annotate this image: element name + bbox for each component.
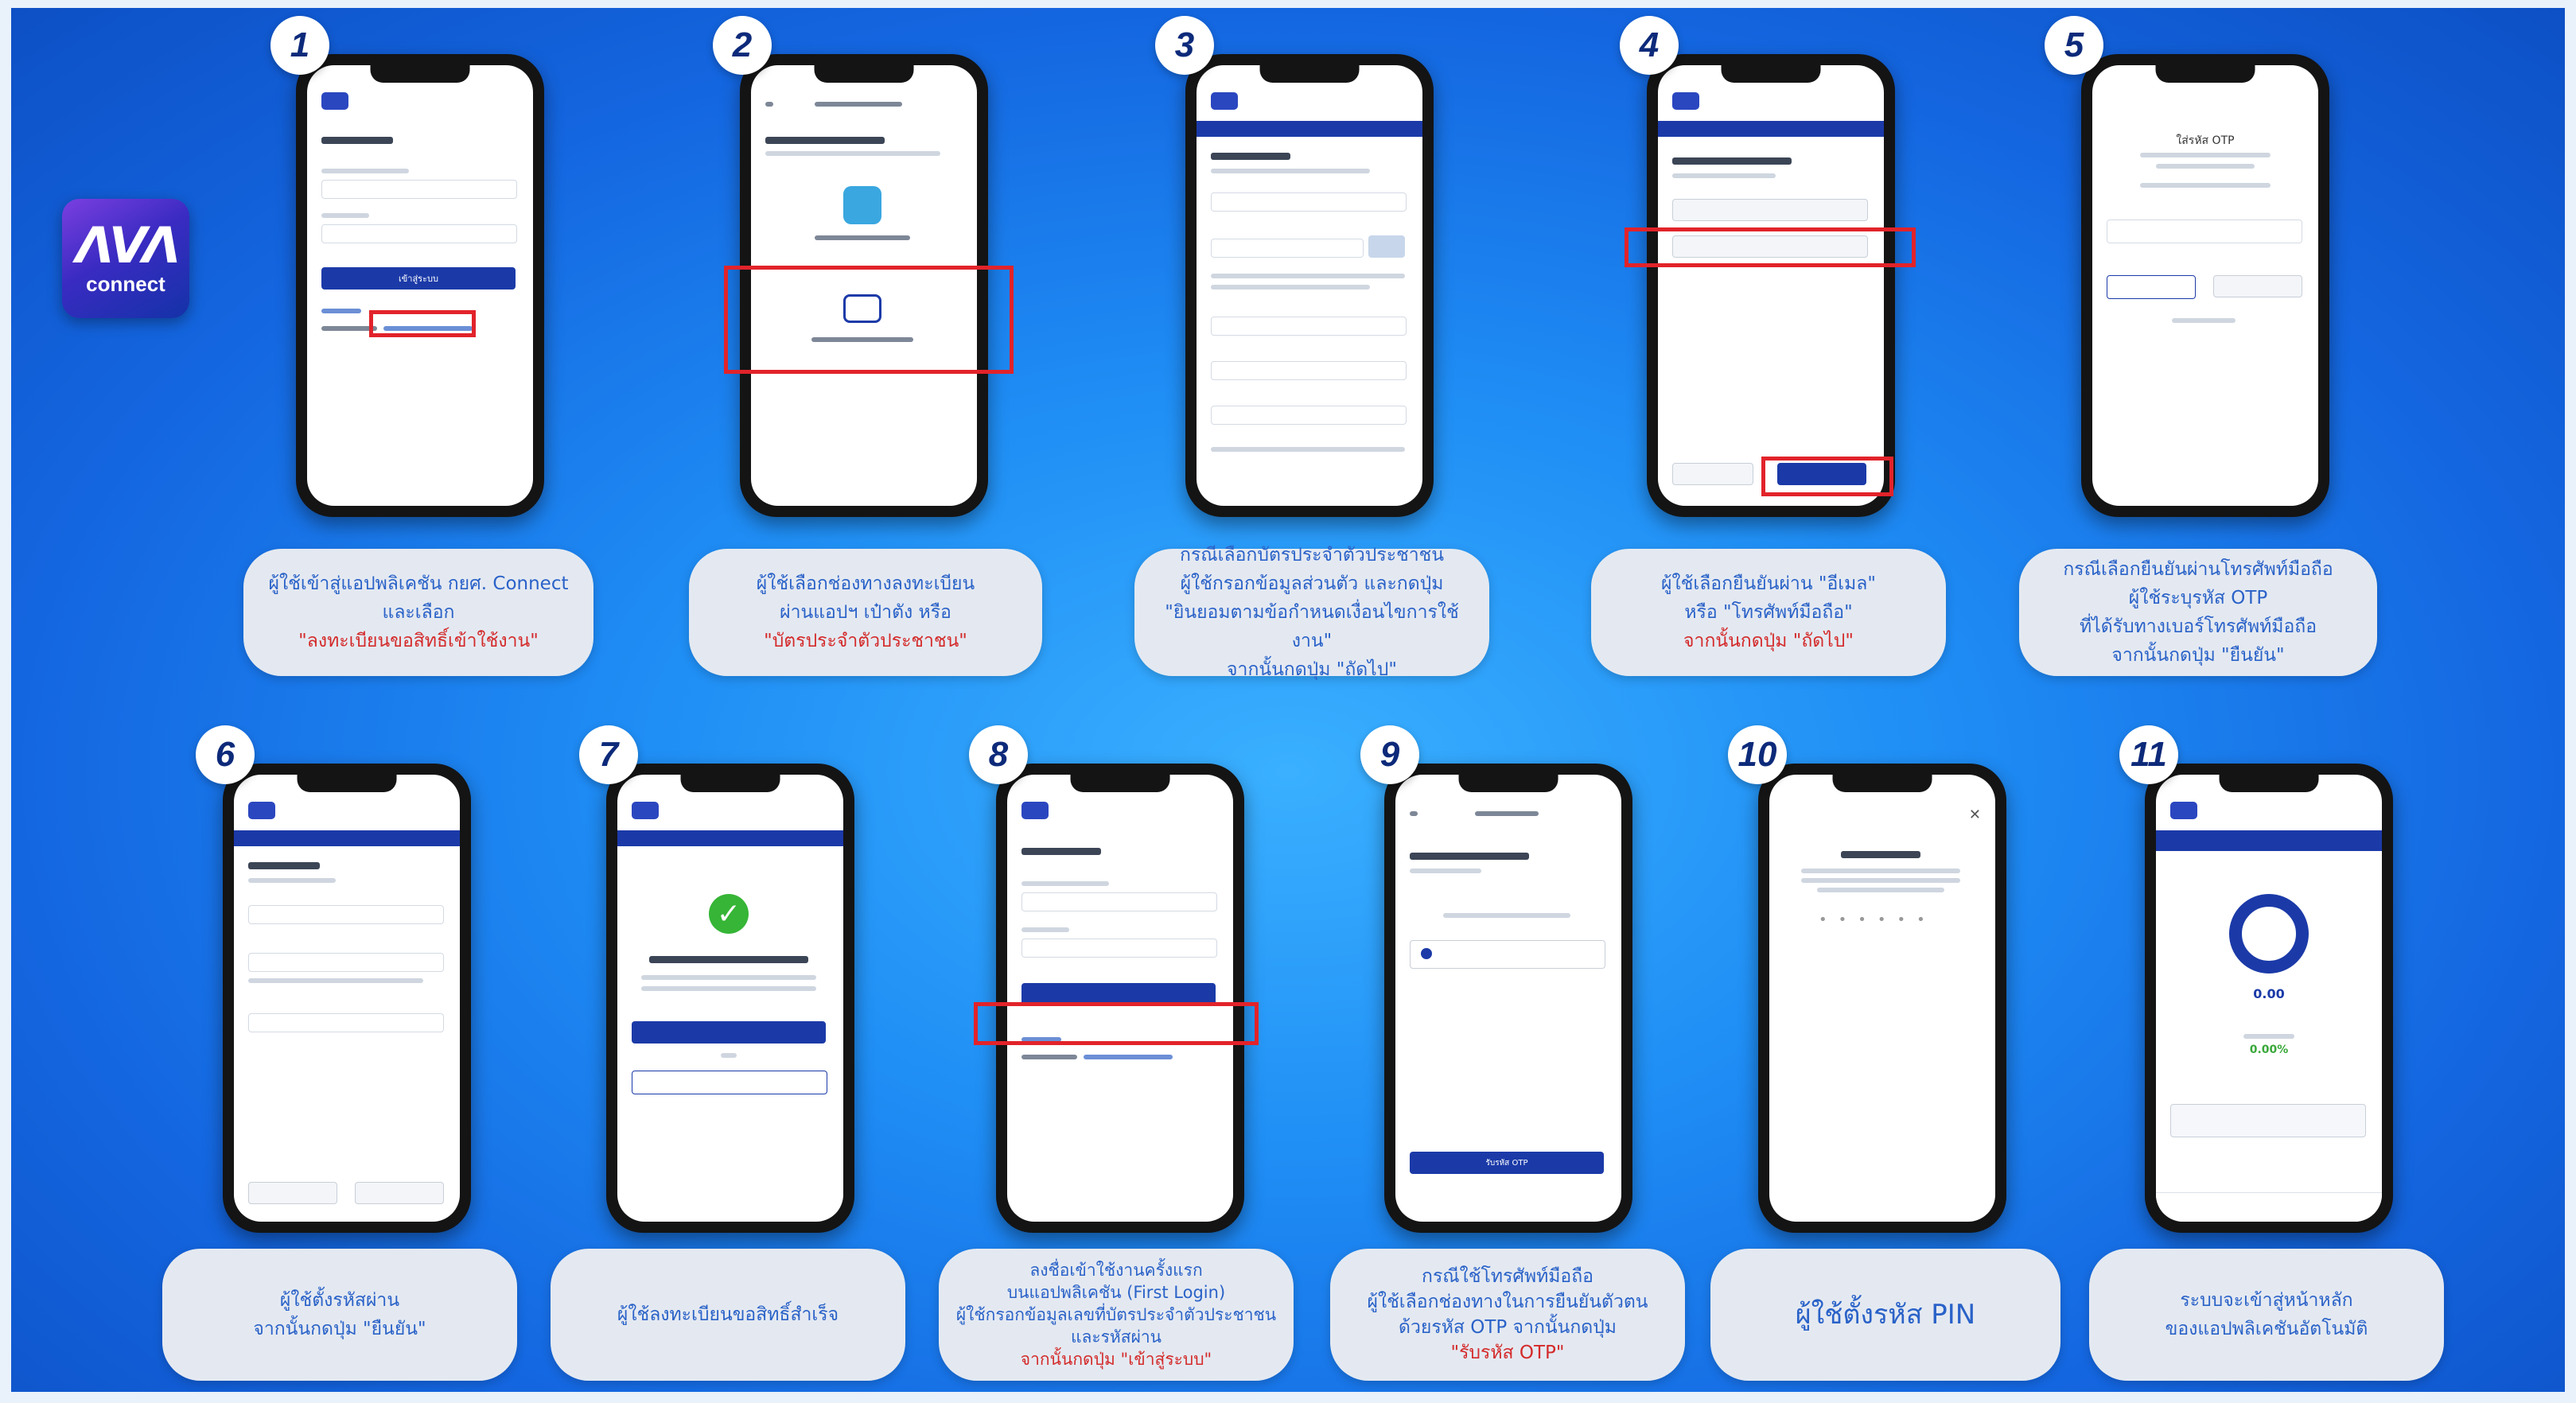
phone-frame: เข้าสู่ระบบ xyxy=(296,54,544,517)
step-caption: ผู้ใช้ลงทะเบียนขอสิทธิ์สำเร็จ xyxy=(551,1249,905,1381)
step-caption: ผู้ใช้เลือกช่องทางลงทะเบียน ผ่านแอปฯ เป๋… xyxy=(689,549,1042,676)
password-input[interactable] xyxy=(321,224,517,243)
step-caption: กรณีเลือกบัตรประจำตัวประชาชน ผู้ใช้กรอกข… xyxy=(1134,545,1489,680)
phone-screen xyxy=(1658,65,1884,506)
phone-screen: ✕ •••••• xyxy=(1769,775,1995,1222)
cancel-button[interactable] xyxy=(2107,275,2196,299)
close-icon[interactable]: ✕ xyxy=(1969,806,1981,823)
step-caption: ผู้ใช้เข้าสู่แอปพลิเคชัน กยศ. Connect แล… xyxy=(243,549,593,676)
step-number-badge: 5 xyxy=(2045,16,2103,75)
phone-frame xyxy=(996,764,1244,1233)
step-number-badge: 4 xyxy=(1620,16,1679,75)
email-option[interactable] xyxy=(1672,199,1868,221)
id-input[interactable] xyxy=(321,180,517,199)
password-input[interactable] xyxy=(1021,939,1217,958)
radio-selected-icon xyxy=(1421,948,1432,959)
phone-screen xyxy=(234,775,460,1222)
step-caption: ระบบจะเข้าสู่หน้าหลัก ของแอปพลิเคชันอัตโ… xyxy=(2089,1249,2444,1381)
step-caption: ผู้ใช้เลือกยืนยันผ่าน "อีเมล" หรือ "โทรศ… xyxy=(1591,549,1946,676)
step-caption: กรณีเลือกยืนยันผ่านโทรศัพท์มือถือ ผู้ใช้… xyxy=(2019,549,2377,676)
pao-tang-app-icon[interactable] xyxy=(843,186,881,224)
phone-frame: ใส่รหัส OTP xyxy=(2081,54,2329,517)
login-button[interactable] xyxy=(632,1021,826,1044)
percent-value: 0.00% xyxy=(2249,1044,2289,1056)
progress-header xyxy=(1197,121,1422,137)
phone-frame xyxy=(1185,54,1434,517)
phone-frame xyxy=(1647,54,1895,517)
pin-dots: •••••• xyxy=(1819,911,1936,928)
step-caption: ลงชื่อเข้าใช้งานครั้งแรก บนแอปพลิเคชัน (… xyxy=(939,1249,1294,1381)
confirm-button[interactable] xyxy=(355,1182,444,1204)
phone-frame: 0.00 0.00% xyxy=(2145,764,2393,1233)
step-number-badge: 6 xyxy=(196,725,255,784)
back-arrow-icon[interactable] xyxy=(765,102,773,107)
step-number-badge: 10 xyxy=(1728,725,1787,784)
confirm-button[interactable] xyxy=(2213,275,2302,297)
id-card-image xyxy=(1368,235,1405,258)
highlight-box xyxy=(369,310,476,337)
step-number-badge: 8 xyxy=(969,725,1028,784)
success-check-icon: ✓ xyxy=(709,894,749,934)
otp-input[interactable] xyxy=(2107,220,2302,243)
phone-screen xyxy=(1007,775,1233,1222)
phone-screen: เข้าสู่ระบบ xyxy=(307,65,533,506)
phone-frame: ✓ xyxy=(606,764,854,1233)
step-number-badge: 7 xyxy=(579,725,638,784)
highlight-box xyxy=(724,266,1014,374)
login-button[interactable]: เข้าสู่ระบบ xyxy=(321,267,516,290)
screen-title xyxy=(321,137,393,144)
highlight-box xyxy=(1761,457,1893,496)
logo-mark: ΛVΛ xyxy=(76,216,181,274)
secondary-button[interactable] xyxy=(632,1071,827,1094)
step-number-badge: 1 xyxy=(270,16,329,75)
back-arrow-icon[interactable] xyxy=(1410,811,1418,816)
phone-screen xyxy=(1197,65,1422,506)
step-number-badge: 9 xyxy=(1360,725,1419,784)
sms-option[interactable] xyxy=(1410,940,1605,969)
phone-screen: ใส่รหัส OTP xyxy=(2092,65,2318,506)
phone-frame: รับรหัส OTP xyxy=(1384,764,1632,1233)
highlight-box xyxy=(974,1002,1259,1045)
dropdown[interactable] xyxy=(1211,317,1407,336)
app-logo: ΛVΛ connect xyxy=(62,199,189,318)
back-button[interactable] xyxy=(248,1182,337,1204)
phone-frame: ✕ •••••• xyxy=(1758,764,2006,1233)
back-button[interactable] xyxy=(1672,463,1753,485)
phone-screen: ✓ xyxy=(617,775,843,1222)
home-header xyxy=(2156,830,2382,851)
step-number-badge: 11 xyxy=(2119,725,2178,784)
balance-ring xyxy=(2229,894,2309,974)
balance-value: 0.00 xyxy=(2253,986,2285,1001)
bottom-nav[interactable] xyxy=(2156,1192,2382,1222)
step-caption: ผู้ใช้ตั้งรหัส PIN xyxy=(1710,1249,2060,1381)
step-number-badge: 3 xyxy=(1155,16,1214,75)
highlight-box xyxy=(1625,227,1916,267)
confirm-password-input[interactable] xyxy=(248,1013,444,1032)
register-link[interactable] xyxy=(1084,1055,1173,1059)
request-otp-button[interactable]: รับรหัส OTP xyxy=(1410,1152,1604,1174)
step-caption: ผู้ใช้ตั้งรหัสผ่าน จากนั้นกดปุ่ม "ยืนยัน… xyxy=(162,1249,517,1381)
phone-frame xyxy=(223,764,471,1233)
phone-screen: รับรหัส OTP xyxy=(1395,775,1621,1222)
app-mini-logo-icon xyxy=(321,92,348,110)
id-input[interactable] xyxy=(1021,892,1217,911)
otp-title: ใส่รหัส OTP xyxy=(2176,134,2235,147)
step-number-badge: 2 xyxy=(713,16,772,75)
logo-word: connect xyxy=(86,271,165,296)
password-input[interactable] xyxy=(248,953,444,972)
step-caption: กรณีใช้โทรศัพท์มือถือ ผู้ใช้เลือกช่องทาง… xyxy=(1330,1249,1685,1381)
phone-screen: 0.00 0.00% xyxy=(2156,775,2382,1222)
